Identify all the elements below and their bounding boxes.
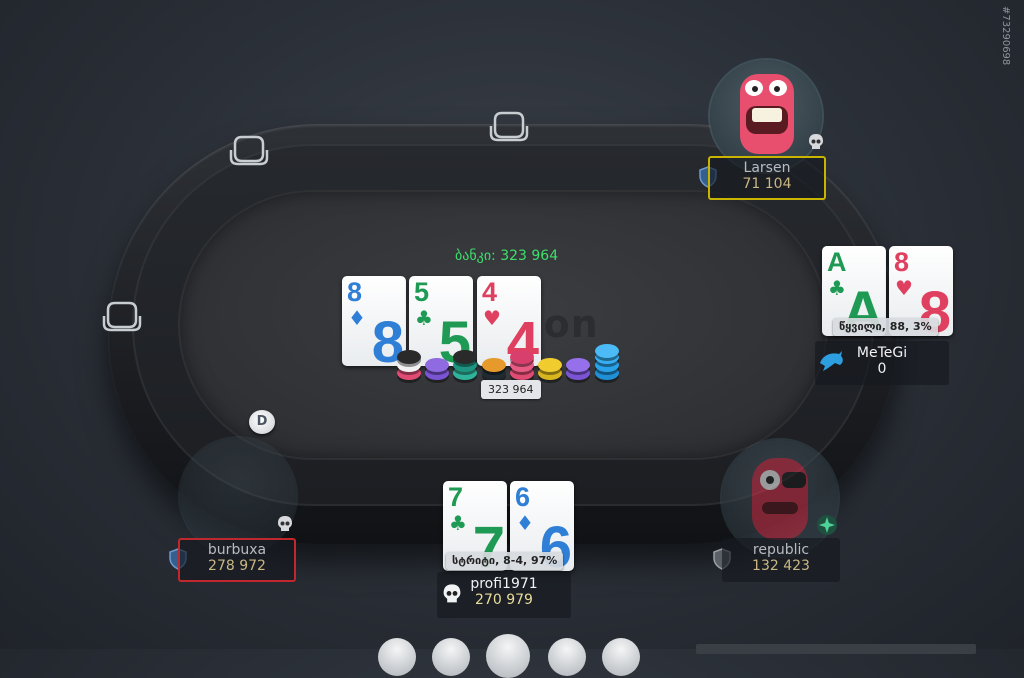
player-box-larsen[interactable]: Larsen 71 104 — [708, 156, 826, 200]
diamond-icon: ♦ — [516, 511, 534, 535]
hand-strength-label: სტრიტი, 8-4, 97% — [446, 552, 564, 570]
skull-icon — [809, 134, 823, 149]
hand-strength-label: წყვილი, 88, 3% — [833, 318, 938, 336]
diamond-icon: ♦ — [348, 306, 366, 330]
chip-stack — [482, 356, 506, 382]
card-rank: 6 — [515, 482, 531, 512]
heart-icon: ♥ — [895, 276, 913, 300]
chip-stack — [566, 356, 590, 382]
card-rank: 8 — [894, 247, 910, 277]
table-id: #73290698 — [1000, 6, 1011, 66]
player-chips: 278 972 — [208, 558, 266, 574]
chip-stack — [510, 346, 534, 382]
player-box-republic[interactable]: republic 132 423 — [722, 538, 840, 582]
chip-stack — [397, 350, 421, 382]
pot-amount-tag: 323 964 — [481, 380, 541, 399]
dolphin-icon — [820, 351, 843, 371]
player-chips: 71 104 — [742, 176, 792, 192]
player-name: Larsen — [743, 160, 791, 176]
heart-icon: ♥ — [483, 306, 501, 330]
card-rank: 4 — [482, 277, 498, 307]
action-button[interactable] — [378, 638, 416, 676]
chip-stack — [425, 356, 449, 382]
card-rank: 7 — [448, 482, 464, 512]
skull-icon — [278, 516, 292, 531]
empty-seat-icon[interactable] — [489, 110, 529, 142]
action-button[interactable] — [602, 638, 640, 676]
player-box-burbuxa[interactable]: burbuxa 278 972 — [178, 538, 296, 582]
dealer-button: D — [249, 410, 275, 434]
player-chips: 132 423 — [752, 558, 810, 574]
empty-seat-icon[interactable] — [229, 134, 269, 166]
chip-stack — [595, 344, 619, 382]
card-rank: A — [827, 247, 847, 277]
player-name: burbuxa — [207, 542, 267, 558]
card-rank: 5 — [414, 277, 430, 307]
avatar[interactable] — [180, 438, 296, 554]
chip-stack — [453, 350, 477, 382]
action-button[interactable] — [486, 634, 530, 678]
bet-slider-bar[interactable] — [696, 644, 976, 654]
club-icon: ♣ — [415, 306, 433, 330]
chip-stack — [538, 356, 562, 382]
skull-icon — [443, 584, 461, 603]
action-button[interactable] — [432, 638, 470, 676]
club-icon: ♣ — [449, 511, 467, 535]
shuriken-icon — [817, 515, 837, 535]
card-rank: 8 — [347, 277, 363, 307]
action-button[interactable] — [548, 638, 586, 676]
pot-label: ბანკი: 323 964 — [455, 248, 559, 264]
empty-seat-icon[interactable] — [102, 300, 142, 332]
player-name: republic — [752, 542, 810, 558]
